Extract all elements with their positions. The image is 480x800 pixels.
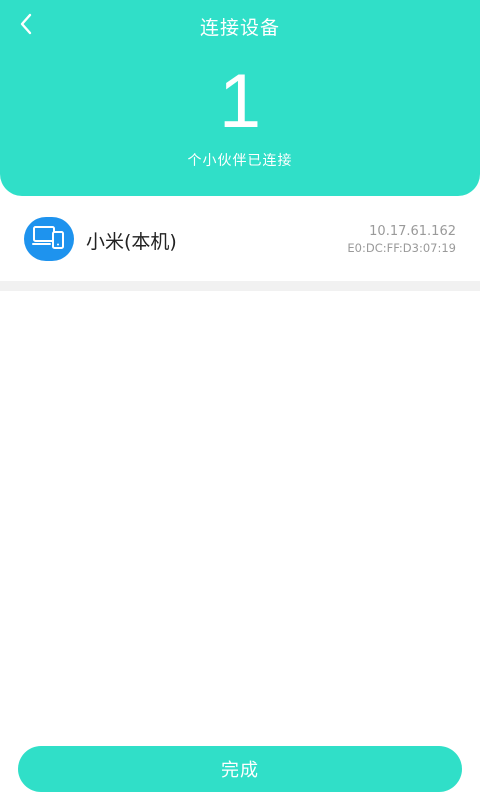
device-avatar <box>24 217 74 261</box>
device-ip: 10.17.61.162 <box>369 224 456 239</box>
device-list-item[interactable]: 小米(本机) 10.17.61.162 E0:DC:FF:D3:07:19 <box>0 206 480 276</box>
connect-devices-screen: 连接设备 1 个小伙伴已连接 小米(本机) 10.17.61.162 E0:DC… <box>0 0 480 800</box>
connected-subtitle: 个小伙伴已连接 <box>187 153 293 169</box>
device-mac: E0:DC:FF:D3:07:19 <box>347 241 456 255</box>
devices-icon <box>32 224 66 254</box>
device-name: 小米(本机) <box>86 231 177 253</box>
header-panel: 连接设备 1 个小伙伴已连接 <box>0 0 480 196</box>
section-divider <box>0 281 480 291</box>
page-title: 连接设备 <box>199 17 280 39</box>
connected-count: 1 <box>218 59 262 144</box>
done-button[interactable]: 完成 <box>18 746 462 792</box>
